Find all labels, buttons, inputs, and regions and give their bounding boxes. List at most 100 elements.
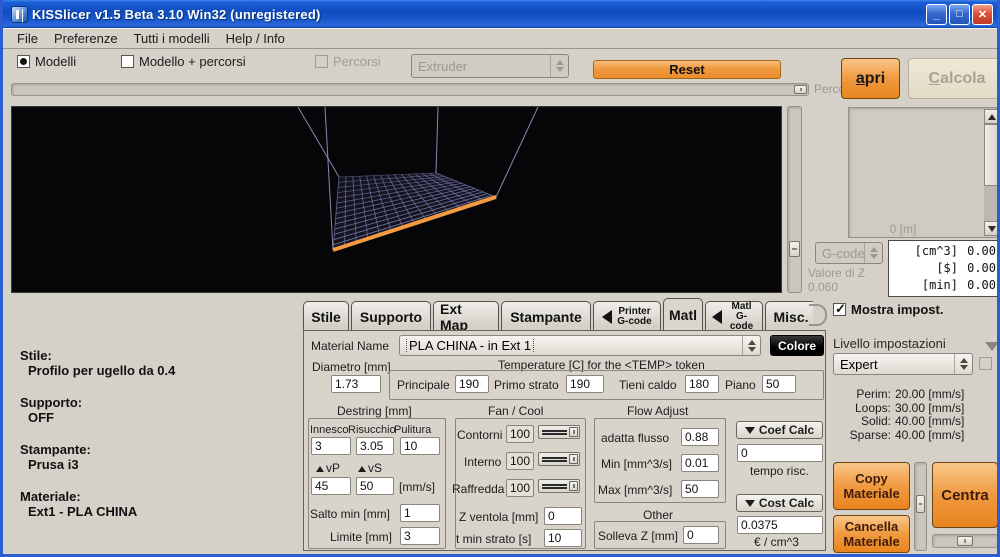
- copy-materiale-button[interactable]: CopyMateriale: [833, 462, 910, 510]
- window-title: KISSlicer v1.5 Beta 3.10 Win32 (unregist…: [32, 7, 321, 22]
- interno-value[interactable]: 100: [506, 452, 534, 470]
- vp-input[interactable]: 45: [311, 477, 351, 495]
- piano-input[interactable]: 50: [762, 375, 796, 393]
- menu-file[interactable]: File: [13, 29, 50, 48]
- profile-summary-panel: Stile:Profilo per ugello da 0.4 Supporto…: [6, 332, 300, 551]
- radio-modelli[interactable]: Modelli: [17, 54, 76, 69]
- summary-materiale-title: Materiale:: [20, 489, 300, 504]
- principale-input[interactable]: 190: [455, 375, 489, 393]
- vs-input[interactable]: 50: [356, 477, 394, 495]
- z-ventola-label: Z ventola [mm]: [459, 510, 538, 524]
- adatta-flusso-input[interactable]: 0.88: [681, 428, 719, 446]
- maximize-button[interactable]: □: [949, 4, 970, 25]
- tab-stile[interactable]: Stile: [303, 301, 349, 331]
- fan-cool-heading: Fan / Cool: [488, 404, 543, 418]
- salto-min-input[interactable]: 1: [400, 504, 440, 522]
- pulitura-label: Pulitura: [394, 424, 431, 436]
- slider-handle[interactable]: [957, 536, 973, 546]
- slider-handle[interactable]: [916, 495, 925, 513]
- tab-ext-map[interactable]: Ext Map: [433, 301, 499, 331]
- tieni-caldo-input[interactable]: 180: [685, 375, 719, 393]
- mostra-impost-checkbox[interactable]: Mostra impost.: [833, 302, 943, 317]
- limite-input[interactable]: 3: [400, 527, 440, 545]
- viewport-3d[interactable]: [11, 106, 782, 293]
- paths-scrollbar[interactable]: [984, 109, 999, 236]
- apri-button[interactable]: apri: [841, 58, 900, 99]
- tieni-caldo-label: Tieni caldo: [619, 378, 677, 392]
- innesco-input[interactable]: 3: [311, 437, 351, 455]
- risucchio-input[interactable]: 3.05: [356, 437, 394, 455]
- distance-label: 0 [m]: [848, 222, 958, 236]
- z-preview-slider-handle[interactable]: [789, 241, 800, 257]
- z-ventola-input[interactable]: 0: [544, 507, 582, 525]
- interno-slider[interactable]: [538, 452, 580, 466]
- checkbox-modello-percorsi[interactable]: Modello + percorsi: [121, 54, 246, 69]
- speed-sparse-value: 40.00 [mm/s]: [895, 429, 964, 443]
- livello-select[interactable]: Expert: [833, 353, 973, 375]
- contorni-value[interactable]: 100: [506, 425, 534, 443]
- raffredda-value[interactable]: 100: [506, 479, 534, 497]
- adatta-flusso-label: adatta flusso: [601, 431, 669, 445]
- pulitura-input[interactable]: 10: [400, 437, 440, 455]
- speed-loops-label: Loops:: [829, 402, 891, 416]
- z-preview-slider[interactable]: [787, 106, 802, 293]
- paths-list-panel: [848, 107, 1000, 238]
- cost-calc-input[interactable]: 0.0375: [737, 516, 823, 534]
- menu-tutti-i-modelli[interactable]: Tutti i modelli: [130, 29, 222, 48]
- stat-time-value: 0.00: [958, 277, 996, 294]
- tab-misc[interactable]: Misc.: [765, 301, 813, 331]
- reset-button[interactable]: Reset: [593, 60, 781, 79]
- menu-preferenze[interactable]: Preferenze: [50, 29, 130, 48]
- slider-handle[interactable]: [569, 454, 578, 464]
- tab-stampante[interactable]: Stampante: [501, 301, 591, 331]
- slider-handle[interactable]: [569, 427, 578, 437]
- checkbox-indicator: [315, 55, 328, 68]
- paths-slider[interactable]: [11, 83, 809, 96]
- scroll-down-icon[interactable]: [984, 221, 999, 236]
- scrollbar-thumb[interactable]: [984, 124, 999, 186]
- colore-button[interactable]: Colore: [770, 335, 824, 356]
- flow-min-input[interactable]: 0.01: [681, 454, 719, 472]
- speed-loops-value: 30.00 [mm/s]: [895, 402, 964, 416]
- material-vertical-slider[interactable]: [914, 462, 927, 551]
- raffredda-slider[interactable]: [538, 479, 580, 493]
- gcode-select-value: G-code: [816, 246, 864, 261]
- tab-matl-gcode[interactable]: MatlG-code: [705, 301, 763, 331]
- summary-supporto-value: OFF: [20, 410, 300, 425]
- radio-indicator: [17, 55, 30, 68]
- diametro-label: Diametro [mm]: [312, 360, 391, 374]
- material-name-select[interactable]: PLA CHINA - in Ext 1: [399, 335, 761, 356]
- slider-handle[interactable]: [569, 481, 578, 491]
- contorni-label: Contorni: [457, 428, 502, 442]
- centra-horizontal-slider[interactable]: [932, 534, 998, 548]
- speed-perim-label: Perim:: [829, 388, 891, 402]
- diametro-input[interactable]: 1.73: [331, 375, 381, 393]
- innesco-label: Innesco: [310, 424, 349, 436]
- tab-printer-gcode[interactable]: PrinterG-code: [593, 301, 661, 331]
- coef-calc-input[interactable]: 0: [737, 444, 823, 462]
- contorni-slider[interactable]: [538, 425, 580, 439]
- down-arrow-icon[interactable]: [985, 342, 999, 351]
- checkbox-indicator: [121, 55, 134, 68]
- title-bar[interactable]: KISSlicer v1.5 Beta 3.10 Win32 (unregist…: [3, 0, 997, 28]
- minimize-button[interactable]: _: [926, 4, 947, 25]
- tab-supporto[interactable]: Supporto: [351, 301, 431, 331]
- speed-summary: Perim:20.00 [mm/s] Loops:30.00 [mm/s] So…: [829, 388, 989, 442]
- speed-perim-value: 20.00 [mm/s]: [895, 388, 964, 402]
- close-button[interactable]: ✕: [972, 4, 993, 25]
- primo-strato-input[interactable]: 190: [566, 375, 604, 393]
- flow-max-input[interactable]: 50: [681, 480, 719, 498]
- speed-sparse-label: Sparse:: [829, 429, 891, 443]
- centra-button[interactable]: Centra: [932, 462, 998, 528]
- menu-help-info[interactable]: Help / Info: [222, 29, 297, 48]
- scroll-up-icon[interactable]: [984, 109, 999, 124]
- coef-calc-button[interactable]: Coef Calc: [736, 421, 823, 439]
- t-min-strato-input[interactable]: 10: [544, 529, 582, 547]
- solleva-z-input[interactable]: 0: [683, 526, 719, 544]
- cost-calc-button[interactable]: Cost Calc: [736, 494, 823, 512]
- tab-matl[interactable]: Matl: [663, 298, 703, 331]
- cancella-materiale-button[interactable]: CancellaMateriale: [833, 515, 910, 553]
- principale-label: Principale: [397, 378, 450, 392]
- piano-label: Piano: [725, 378, 756, 392]
- paths-slider-handle[interactable]: [794, 85, 807, 94]
